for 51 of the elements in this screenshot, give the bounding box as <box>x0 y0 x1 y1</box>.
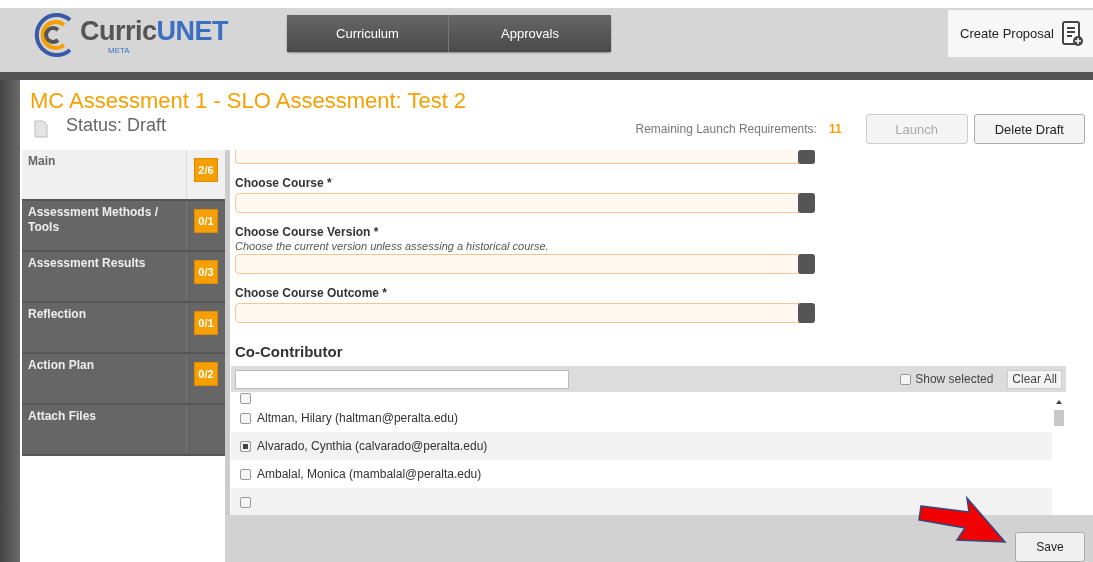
save-button[interactable]: Save <box>1015 532 1085 562</box>
clear-all-button[interactable]: Clear All <box>1007 369 1062 389</box>
action-button[interactable]: Delete Draft <box>973 114 1085 144</box>
field-label: Choose Course * <box>235 176 333 190</box>
requirements-label: Remaining Launch Requirements: <box>635 122 817 136</box>
sidebar-item[interactable]: Action Plan 0/2 <box>22 354 225 405</box>
checkbox[interactable] <box>240 440 251 452</box>
caret-icon <box>798 303 815 323</box>
document-icon <box>34 120 48 138</box>
dropdown-field[interactable] <box>235 193 815 213</box>
logo-wordmark: CurricUNET <box>80 15 229 46</box>
logo-tagline: META <box>108 45 131 55</box>
checkbox[interactable] <box>240 468 251 480</box>
field-hint: Choose the current version unless assessing a historical course. <box>235 240 550 252</box>
count-badge: 0/3 <box>194 260 218 284</box>
filter-input[interactable] <box>235 369 569 389</box>
show-selected-label: Show selected <box>915 372 994 386</box>
count-badge: 2/6 <box>194 158 218 182</box>
dropdown-field[interactable] <box>235 254 815 274</box>
sidebar-item[interactable]: Reflection 0/1 <box>22 303 225 354</box>
checkbox[interactable] <box>240 393 251 404</box>
create-proposal-button[interactable]: Create Proposal <box>948 10 1093 57</box>
contributor-name: Alvarado, Cynthia (calvarado@peralta.edu) <box>257 439 488 453</box>
field-label: Choose Course Version * <box>235 225 380 239</box>
scroll-up-icon <box>1056 400 1062 404</box>
scrollbar-thumb[interactable] <box>1054 410 1064 426</box>
count-badge: 0/1 <box>194 311 218 335</box>
nav-tab[interactable]: Curriculum <box>287 15 449 52</box>
checkbox[interactable] <box>240 412 251 424</box>
caret-icon <box>798 254 815 274</box>
caret-icon <box>798 193 815 213</box>
proposal-title: MC Assessment 1 - SLO Assessment: Test 2 <box>30 88 468 114</box>
contributor-name: Altman, Hilary (haltman@peralta.edu) <box>257 411 458 425</box>
dropdown-field[interactable] <box>235 150 815 164</box>
sidebar-item[interactable]: Main 2/6 <box>22 150 225 201</box>
field-label: Choose Course Outcome * <box>235 286 389 300</box>
sidebar-item[interactable]: Assessment Methods / Tools 0/1 <box>22 201 225 252</box>
dropdown-field[interactable] <box>235 303 815 323</box>
count-badge: 0/1 <box>194 209 218 233</box>
contributor-name: Ambalal, Monica (mambalal@peralta.edu) <box>257 467 482 481</box>
section-heading: Co-Contributor <box>235 343 344 360</box>
count-badge: 0/2 <box>194 362 218 386</box>
checkbox[interactable] <box>900 373 912 385</box>
nav-tab[interactable]: Approvals <box>449 15 611 52</box>
requirements-count: 11 <box>828 122 842 136</box>
status-text: Status: Draft <box>66 114 167 136</box>
caret-icon <box>798 150 815 164</box>
checkbox[interactable] <box>240 496 251 508</box>
sidebar-item[interactable]: Attach Files <box>22 405 225 456</box>
sidebar-item[interactable]: Assessment Results 0/3 <box>22 252 225 303</box>
document-add-icon <box>1061 20 1084 47</box>
